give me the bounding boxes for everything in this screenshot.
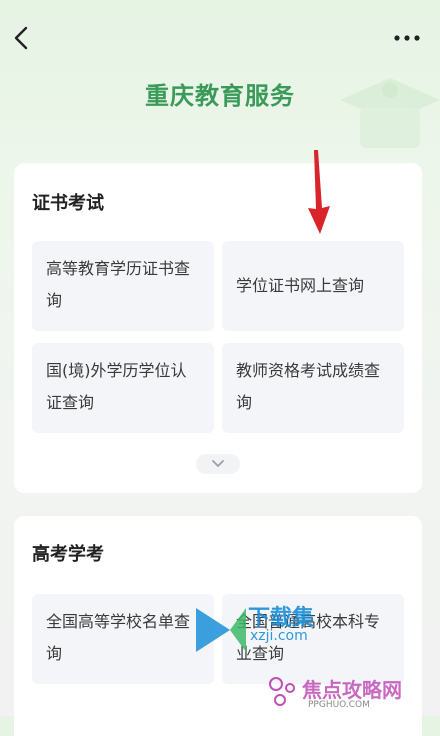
service-tile[interactable]: 高等教育学历证书查询 — [32, 241, 214, 331]
service-tile[interactable]: 学位证书网上查询 — [222, 241, 404, 331]
section-title: 证书考试 — [32, 193, 104, 214]
service-tile[interactable]: 教师资格考试成绩查询 — [222, 343, 404, 433]
red-arrow-icon — [308, 150, 330, 234]
section-title: 高考学考 — [32, 544, 104, 565]
chevron-down-icon — [212, 460, 224, 467]
service-tile-label: 学位证书网上查询 — [236, 276, 365, 295]
watermark-site-domain: xzji.com — [250, 628, 308, 644]
section-card-certificates: 证书考试 高等教育学历证书查询 学位证书网上查询 国(境)外学历学位认证查询 教… — [14, 163, 422, 493]
more-dots-icon[interactable] — [392, 28, 422, 48]
service-tile-label: 高等教育学历证书查询 — [46, 259, 191, 310]
watermark-site-name: 焦点攻略网 — [302, 678, 402, 702]
service-tile-label: 国(境)外学历学位认证查询 — [46, 361, 187, 412]
service-tile-label: 教师资格考试成绩查询 — [236, 361, 381, 412]
chevron-left-icon[interactable] — [10, 24, 34, 52]
service-tile[interactable]: 国(境)外学历学位认证查询 — [32, 343, 214, 433]
watermark-site-domain: PPGHUO.COM — [308, 700, 370, 710]
expand-button[interactable] — [196, 454, 240, 474]
service-tile[interactable]: 全国高等学校名单查询 — [32, 594, 214, 684]
service-tile-label: 全国高等学校名单查询 — [46, 612, 191, 663]
page-title: 重庆教育服务 — [145, 82, 295, 110]
